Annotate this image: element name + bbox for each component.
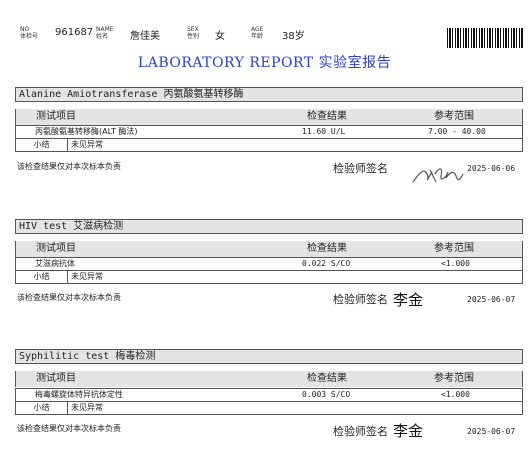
summary-value: 未见异常 <box>71 140 103 149</box>
col-item: 测试项目 <box>36 243 76 254</box>
item-range: 7.00 - 40.00 <box>428 127 486 136</box>
age-label: AGE 年龄 <box>251 26 264 40</box>
name-value: 詹佳美 <box>130 31 160 42</box>
signer-label: 检验师签名 <box>333 162 388 175</box>
summary-row: 小结 未见异常 <box>15 402 523 415</box>
item-range: <1.000 <box>441 259 470 268</box>
id-label: NO 体检号 <box>20 26 39 40</box>
table-row: 丙氨酸氨基转移酶(ALT 酶法) 11.60 U/L 7.00 - 40.00 <box>15 125 523 139</box>
barcode <box>447 28 523 48</box>
name-label: NAME 姓名 <box>96 26 114 40</box>
sex-label: SEX 性别 <box>187 26 200 40</box>
signer-label: 检验师签名 <box>333 293 388 306</box>
section-3-column-header: 测试项目 检查结果 参考范围 <box>15 371 523 387</box>
col-range: 参考范围 <box>434 373 474 384</box>
signer-label: 检验师签名 <box>333 425 388 438</box>
summary-row: 小结 未见异常 <box>15 271 523 284</box>
col-item: 测试项目 <box>36 111 76 122</box>
section-2-column-header: 测试项目 检查结果 参考范围 <box>15 241 523 257</box>
disclaimer-note: 该检查结果仅对本次标本负责 <box>17 293 121 302</box>
signer-name: 李金 <box>393 422 424 440</box>
handwritten-signature <box>412 168 464 183</box>
summary-row: 小结 未见异常 <box>15 139 523 152</box>
disclaimer-note: 该检查结果仅对本次标本负责 <box>17 162 121 171</box>
id-value: 961687 <box>55 27 94 38</box>
item-result: 0.003 S/CO <box>302 390 351 399</box>
item-result: 11.60 U/L <box>302 127 346 136</box>
summary-label: 小结 <box>16 271 68 283</box>
report-date: 2025-06-06 <box>467 164 516 173</box>
item-name: 艾滋病抗体 <box>35 259 75 268</box>
section-3-title: Syphilitic test 梅毒检测 <box>15 349 523 364</box>
disclaimer-note: 该检查结果仅对本次标本负责 <box>17 424 121 433</box>
item-name: 丙氨酸氨基转移酶(ALT 酶法) <box>35 127 138 136</box>
summary-label: 小结 <box>16 139 68 151</box>
report-title: LABORATORY REPORT 实验室报告 <box>137 55 392 71</box>
section-1-title: Alanine Amiotransferase 丙氨酸氨基转移酶 <box>15 87 523 102</box>
col-range: 参考范围 <box>434 243 474 254</box>
item-range: <1.000 <box>441 390 470 399</box>
col-result: 检查结果 <box>307 243 347 254</box>
signer-name: 李金 <box>393 291 424 309</box>
sex-value: 女 <box>215 31 225 42</box>
item-result: 0.022 S/CO <box>302 259 351 268</box>
summary-value: 未见异常 <box>71 403 103 412</box>
report-date: 2025-06-07 <box>467 295 516 304</box>
section-1-column-header: 测试项目 检查结果 参考范围 <box>15 109 523 125</box>
col-item: 测试项目 <box>36 373 76 384</box>
table-row: 艾滋病抗体 0.022 S/CO <1.000 <box>15 257 523 271</box>
table-row: 梅毒螺旋体特异抗体定性 0.003 S/CO <1.000 <box>15 388 523 402</box>
col-result: 检查结果 <box>307 111 347 122</box>
section-2-title: HIV test 艾滋病检测 <box>15 219 523 234</box>
summary-value: 未见异常 <box>71 272 103 281</box>
col-result: 检查结果 <box>307 373 347 384</box>
col-range: 参考范围 <box>434 111 474 122</box>
summary-label: 小结 <box>16 402 68 414</box>
report-date: 2025-06-07 <box>467 427 516 436</box>
item-name: 梅毒螺旋体特异抗体定性 <box>35 390 123 399</box>
age-value: 38岁 <box>282 31 305 42</box>
